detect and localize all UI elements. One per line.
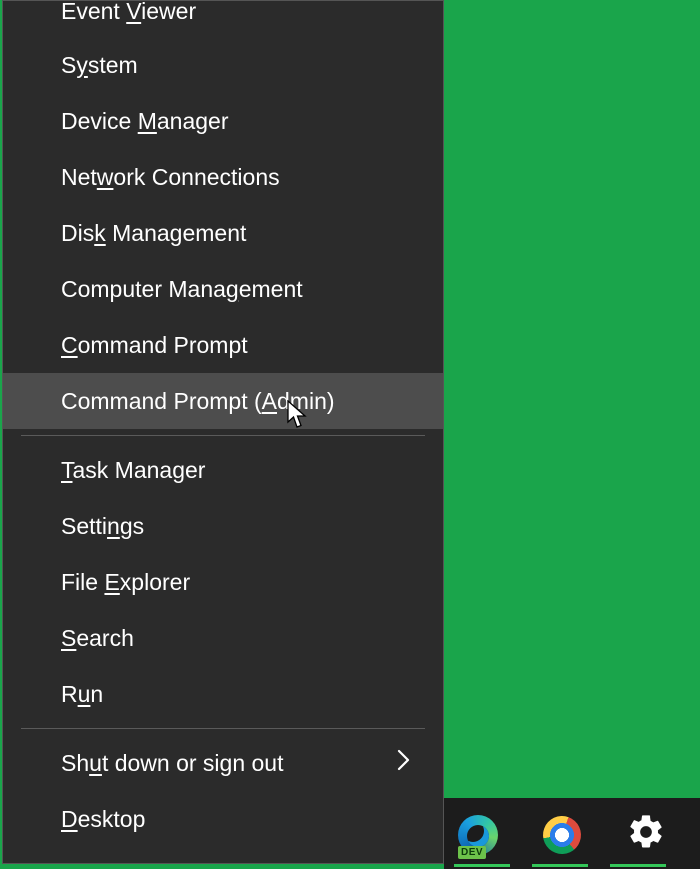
menu-item-disk-management[interactable]: Disk Management (3, 205, 443, 261)
menu-item-file-explorer[interactable]: File Explorer (3, 554, 443, 610)
chrome-icon (538, 810, 587, 859)
menu-item-label: Disk Management (61, 220, 246, 247)
menu-item-label: Computer Management (61, 276, 303, 303)
menu-item-task-manager[interactable]: Task Manager (3, 442, 443, 498)
running-indicator (610, 864, 666, 867)
menu-item-label: Network Connections (61, 164, 280, 191)
menu-item-label: Command Prompt (61, 332, 248, 359)
menu-item-run[interactable]: Run (3, 666, 443, 722)
menu-item-label: Command Prompt (Admin) (61, 388, 335, 415)
menu-item-label: Desktop (61, 806, 145, 833)
taskbar-app-edge-dev[interactable]: DEV (456, 813, 500, 857)
menu-item-label: Settings (61, 513, 144, 540)
menu-item-label: System (61, 52, 138, 79)
menu-item-command-prompt[interactable]: Command Prompt (3, 317, 443, 373)
running-indicator (532, 864, 588, 867)
gear-icon (626, 812, 666, 857)
winx-power-menu: Event Viewer System Device Manager Netwo… (2, 0, 444, 864)
menu-item-event-viewer[interactable]: Event Viewer (3, 1, 443, 37)
taskbar-running-indicators (444, 864, 700, 867)
menu-item-system[interactable]: System (3, 37, 443, 93)
running-indicator (454, 864, 510, 867)
menu-item-label: Search (61, 625, 134, 652)
taskbar: DEV (444, 798, 700, 869)
menu-item-label: File Explorer (61, 569, 190, 596)
menu-item-command-prompt-admin[interactable]: Command Prompt (Admin) (3, 373, 443, 429)
menu-item-network-connections[interactable]: Network Connections (3, 149, 443, 205)
menu-item-label: Run (61, 681, 103, 708)
dev-badge: DEV (458, 846, 486, 859)
menu-item-label: Task Manager (61, 457, 205, 484)
menu-item-shutdown-signout[interactable]: Shut down or sign out (3, 735, 443, 791)
menu-separator (21, 728, 425, 729)
menu-item-device-manager[interactable]: Device Manager (3, 93, 443, 149)
menu-item-computer-management[interactable]: Computer Management (3, 261, 443, 317)
menu-item-search[interactable]: Search (3, 610, 443, 666)
chevron-right-icon (397, 749, 415, 777)
menu-list: Event Viewer System Device Manager Netwo… (3, 1, 443, 847)
menu-separator (21, 435, 425, 436)
edge-dev-icon: DEV (458, 815, 498, 855)
menu-item-label: Event Viewer (61, 1, 196, 21)
taskbar-app-chrome[interactable] (540, 813, 584, 857)
menu-item-label: Device Manager (61, 108, 229, 135)
menu-item-desktop[interactable]: Desktop (3, 791, 443, 847)
menu-item-settings[interactable]: Settings (3, 498, 443, 554)
taskbar-app-settings[interactable] (624, 813, 668, 857)
menu-item-label: Shut down or sign out (61, 750, 284, 777)
